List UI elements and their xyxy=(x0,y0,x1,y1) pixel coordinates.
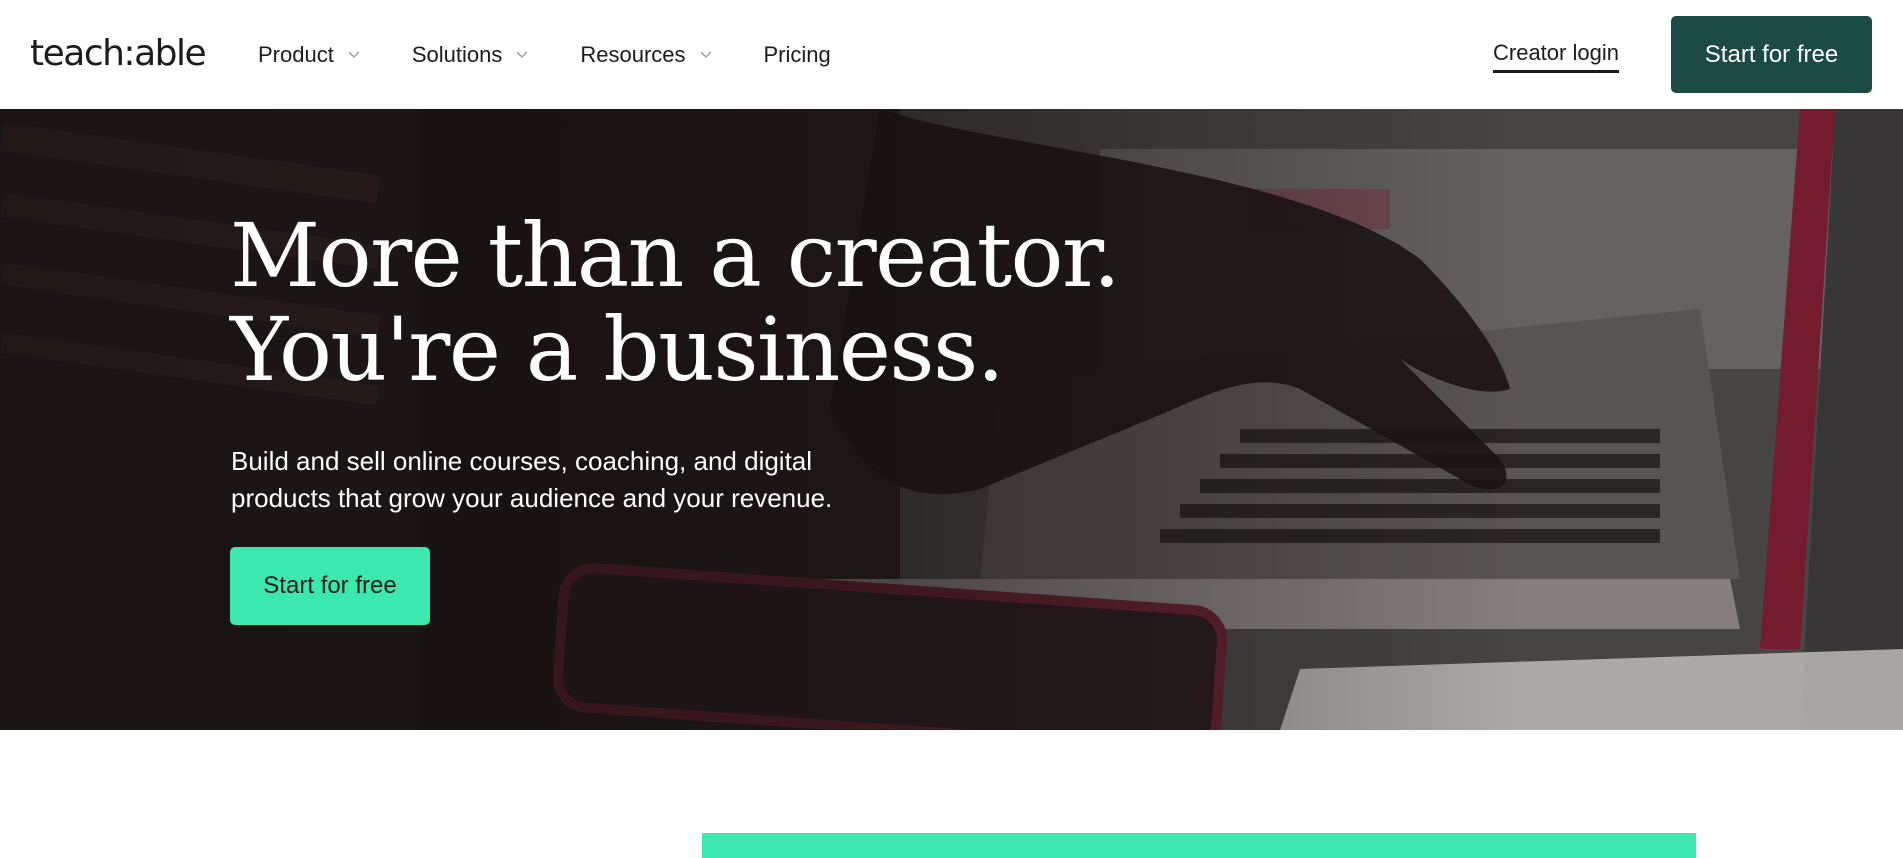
nav-item-label: Product xyxy=(258,41,334,67)
chevron-down-icon xyxy=(348,51,360,58)
feature-block-top xyxy=(702,833,1696,858)
teachable-logo[interactable]: teach:able xyxy=(30,34,207,74)
hero-headline: More than a creator. You're a business. xyxy=(230,209,1130,397)
nav-links: Product Solutions Resources Pricing xyxy=(258,0,883,109)
top-navigation: teach:able Product Solutions Resources P… xyxy=(0,0,1903,109)
nav-item-product[interactable]: Product xyxy=(258,42,360,68)
chevron-down-icon xyxy=(700,51,711,58)
nav-item-label: Pricing xyxy=(763,41,831,67)
nav-item-label: Resources xyxy=(580,41,686,67)
hero-section: More than a creator. You're a business. … xyxy=(0,109,1903,730)
nav-item-resources[interactable]: Resources xyxy=(580,42,711,68)
subtext-line-2: products that grow your audience and you… xyxy=(231,483,833,513)
start-for-free-button-header[interactable]: Start for free xyxy=(1671,16,1872,93)
start-for-free-button-hero[interactable]: Start for free xyxy=(230,547,430,625)
subtext-line-1: Build and sell online courses, coaching,… xyxy=(231,446,813,476)
nav-item-pricing[interactable]: Pricing xyxy=(764,42,831,68)
hero-overlay xyxy=(0,109,1903,730)
nav-item-solutions[interactable]: Solutions xyxy=(412,42,529,68)
nav-item-label: Solutions xyxy=(411,41,503,67)
chevron-down-icon xyxy=(516,51,528,58)
creator-login-link[interactable]: Creator login xyxy=(1493,40,1619,73)
hero-subtext: Build and sell online courses, coaching,… xyxy=(231,443,931,517)
headline-line-1: More than a creator. xyxy=(230,204,1121,307)
headline-line-2: You're a business. xyxy=(230,298,1005,401)
